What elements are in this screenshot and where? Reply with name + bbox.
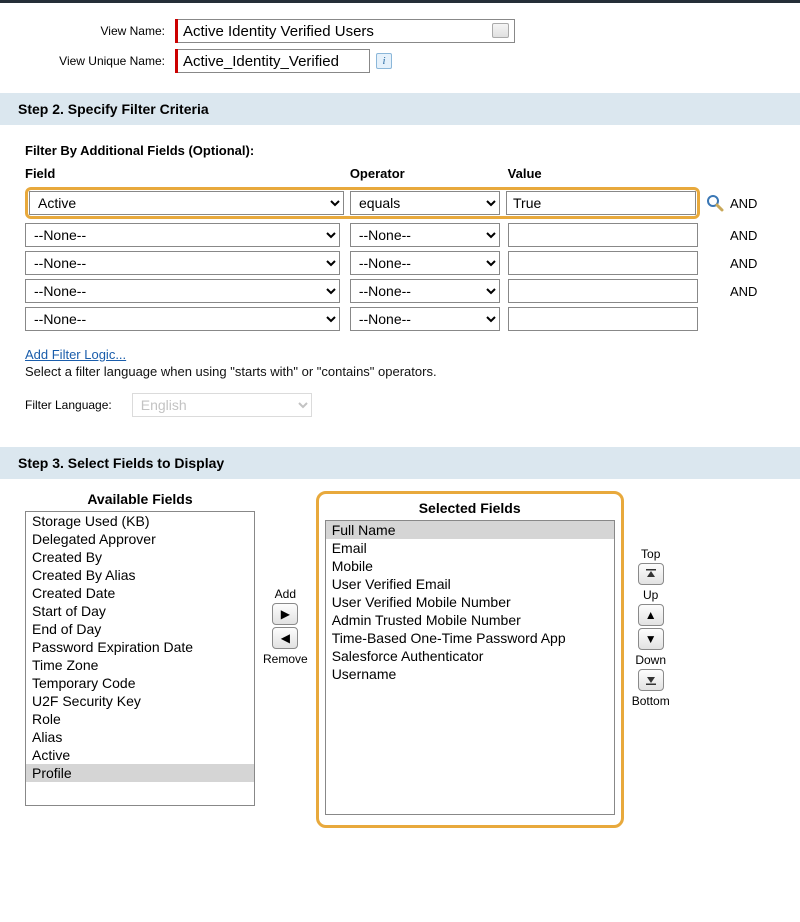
list-item[interactable]: Admin Trusted Mobile Number — [326, 611, 614, 629]
list-item[interactable]: U2F Security Key — [26, 692, 254, 710]
list-item[interactable]: Email — [326, 539, 614, 557]
list-item[interactable]: User Verified Email — [326, 575, 614, 593]
list-item[interactable]: Time-Based One-Time Password App — [326, 629, 614, 647]
down-button[interactable]: ▼ — [638, 628, 664, 650]
add-button[interactable]: ▶ — [272, 603, 298, 625]
filter-value-input[interactable] — [508, 279, 698, 303]
available-title: Available Fields — [25, 491, 255, 507]
list-item[interactable]: Active — [26, 746, 254, 764]
selected-fields-listbox[interactable]: Full NameEmailMobileUser Verified EmailU… — [325, 520, 615, 815]
filter-table: Field Operator Value Activeequals AND --No… — [25, 162, 763, 335]
filter-field-select[interactable]: Active — [29, 191, 344, 215]
list-item[interactable]: End of Day — [26, 620, 254, 638]
filter-operator-select[interactable]: --None-- — [350, 223, 500, 247]
card-icon — [492, 23, 509, 38]
filter-subhead: Filter By Additional Fields (Optional): — [25, 143, 775, 158]
list-item[interactable]: Start of Day — [26, 602, 254, 620]
list-item[interactable]: Salesforce Authenticator — [326, 647, 614, 665]
top-label: Top — [641, 547, 660, 561]
list-item[interactable]: Time Zone — [26, 656, 254, 674]
bottom-button[interactable] — [638, 669, 664, 691]
col-value: Value — [508, 166, 706, 183]
list-item[interactable]: Full Name — [326, 521, 614, 539]
view-name-input[interactable] — [175, 19, 515, 43]
col-field: Field — [25, 166, 350, 183]
list-item[interactable]: Delegated Approver — [26, 530, 254, 548]
view-unique-label: View Unique Name: — [20, 54, 175, 68]
list-item[interactable]: Alias — [26, 728, 254, 746]
bottom-label: Bottom — [632, 694, 670, 708]
filter-field-select[interactable]: --None-- — [25, 251, 340, 275]
filter-operator-select[interactable]: --None-- — [350, 307, 500, 331]
and-label: AND — [730, 279, 763, 303]
list-item[interactable]: Created By Alias — [26, 566, 254, 584]
list-item[interactable]: Profile — [26, 764, 254, 782]
lookup-icon[interactable] — [706, 194, 724, 212]
top-button[interactable] — [638, 563, 664, 585]
list-item[interactable]: Password Expiration Date — [26, 638, 254, 656]
list-item[interactable]: Username — [326, 665, 614, 683]
view-unique-input[interactable] — [175, 49, 370, 73]
filter-field-select[interactable]: --None-- — [25, 307, 340, 331]
filter-operator-select[interactable]: --None-- — [350, 251, 500, 275]
filter-field-select[interactable]: --None-- — [25, 279, 340, 303]
list-item[interactable]: User Verified Mobile Number — [326, 593, 614, 611]
list-item[interactable]: Mobile — [326, 557, 614, 575]
list-item[interactable]: Created By — [26, 548, 254, 566]
selected-title: Selected Fields — [325, 500, 615, 516]
up-button[interactable]: ▲ — [638, 604, 664, 626]
and-label: AND — [730, 223, 763, 247]
filter-value-input[interactable] — [506, 191, 696, 215]
filter-operator-select[interactable]: --None-- — [350, 279, 500, 303]
filter-value-input[interactable] — [508, 251, 698, 275]
required-indicator — [175, 49, 178, 73]
step3-header: Step 3. Select Fields to Display — [0, 447, 800, 479]
add-filter-logic-link[interactable]: Add Filter Logic... — [25, 347, 126, 362]
list-item[interactable]: Temporary Code — [26, 674, 254, 692]
filter-language-select: English — [132, 393, 312, 417]
filter-value-input[interactable] — [508, 223, 698, 247]
remove-button[interactable]: ◀ — [272, 627, 298, 649]
filter-value-input[interactable] — [508, 307, 698, 331]
step2-header: Step 2. Specify Filter Criteria — [0, 93, 800, 125]
available-fields-listbox[interactable]: Storage Used (KB)Delegated ApproverCreat… — [25, 511, 255, 806]
list-item[interactable]: Role — [26, 710, 254, 728]
col-operator: Operator — [350, 166, 508, 183]
filter-field-select[interactable]: --None-- — [25, 223, 340, 247]
required-indicator — [175, 19, 178, 43]
and-label — [730, 307, 763, 331]
add-label: Add — [275, 587, 296, 601]
and-label: AND — [730, 187, 763, 219]
filter-operator-select[interactable]: equals — [350, 191, 500, 215]
view-name-label: View Name: — [20, 24, 175, 38]
list-item[interactable]: Created Date — [26, 584, 254, 602]
filter-language-label: Filter Language: — [25, 398, 112, 412]
up-label: Up — [643, 588, 658, 602]
info-icon[interactable]: i — [376, 53, 392, 69]
and-label: AND — [730, 251, 763, 275]
down-label: Down — [635, 653, 666, 667]
filter-hint: Select a filter language when using "sta… — [25, 364, 775, 379]
list-item[interactable]: Storage Used (KB) — [26, 512, 254, 530]
remove-label: Remove — [263, 652, 308, 666]
